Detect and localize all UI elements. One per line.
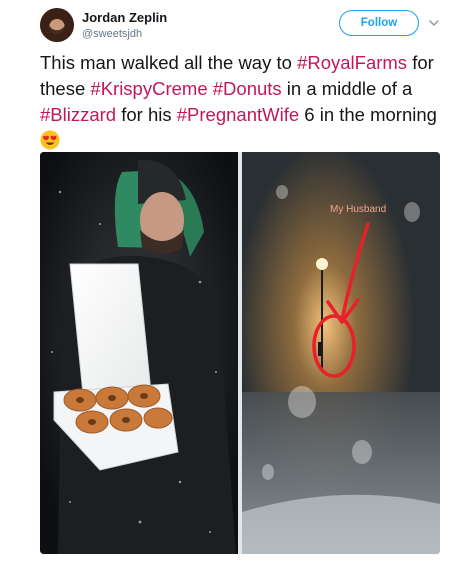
tweet-card: Jordan Zeplin @sweetsjdh Follow This man…: [0, 0, 463, 562]
heart-eyes-emoji-icon: [40, 130, 60, 150]
tweet-text-segment: This man walked all the way to: [40, 52, 298, 73]
photo-man-with-donuts[interactable]: [40, 152, 238, 554]
tweet-text-segment: for his: [116, 104, 177, 125]
annotation-caption: My Husband: [330, 204, 387, 215]
hashtag-link[interactable]: #RoyalFarms: [297, 52, 407, 73]
chevron-down-icon[interactable]: [428, 17, 440, 29]
user-handle[interactable]: @sweetsjdh: [82, 28, 142, 40]
hashtag-link[interactable]: #Blizzard: [40, 104, 116, 125]
tweet-media[interactable]: My Husband: [40, 152, 440, 554]
photo-snowy-street[interactable]: My Husband: [242, 152, 440, 554]
hashtag-link[interactable]: #PregnantWife: [177, 104, 299, 125]
user-name[interactable]: Jordan Zeplin: [82, 10, 167, 25]
tweet-text-segment: 6 in the morning: [299, 104, 437, 125]
avatar[interactable]: [40, 8, 74, 42]
tweet-text: This man walked all the way to #RoyalFar…: [40, 50, 450, 154]
hashtag-link[interactable]: #Donuts: [213, 78, 282, 99]
tweet-text-segment: in a middle of a: [281, 78, 413, 99]
follow-button[interactable]: Follow: [339, 10, 419, 36]
hashtag-link[interactable]: #KrispyCreme: [90, 78, 207, 99]
